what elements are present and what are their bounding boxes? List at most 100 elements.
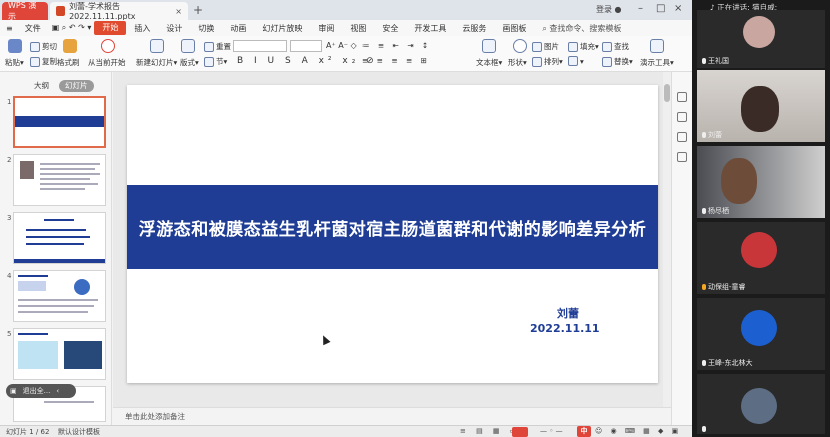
layout-icon[interactable]	[181, 39, 195, 53]
scrollbar-thumb[interactable]	[664, 84, 670, 102]
cut-button[interactable]: 剪切	[30, 41, 57, 52]
new-slide-icon[interactable]	[150, 39, 164, 53]
new-slide-label: 新建幻灯片	[136, 58, 174, 67]
style-tool-icon[interactable]	[677, 132, 687, 142]
copy-icon	[30, 56, 40, 67]
shape-tool-icon[interactable]	[677, 112, 687, 122]
shape-button[interactable]: 形状 ▾	[508, 57, 527, 68]
minimize-icon[interactable]: –	[638, 3, 643, 14]
fill-button[interactable]: 填充 ▾	[568, 41, 599, 52]
new-tab-icon[interactable]: +	[193, 3, 203, 17]
slide-date[interactable]: 2022.11.11	[530, 322, 600, 335]
font-name-dropdown[interactable]	[233, 40, 287, 52]
participant-tile[interactable]: 王峰-东北林大	[697, 298, 825, 370]
replace-button[interactable]: 替换 ▾	[602, 56, 633, 67]
vertical-scrollbar[interactable]	[663, 72, 671, 407]
presentation-tools-icon[interactable]	[650, 39, 664, 53]
menu-file[interactable]: 文件	[17, 23, 49, 34]
font-size-dropdown[interactable]	[290, 40, 322, 52]
thumb-text-line	[18, 299, 98, 301]
wps-home-tab[interactable]: WPS 演示	[2, 1, 48, 21]
format-painter-button[interactable]: 格式刷	[57, 57, 80, 68]
select-tool-icon[interactable]	[677, 92, 687, 102]
template-name[interactable]: 默认设计模板	[58, 427, 100, 437]
outline-button[interactable]: ▾	[568, 56, 584, 66]
presentation-tools-label: 演示工具	[640, 58, 670, 67]
shape-icon[interactable]	[513, 39, 527, 53]
slide-title[interactable]: 浮游态和被膜态益生乳杆菌对宿主肠道菌群和代谢的影响差异分析	[139, 215, 647, 240]
slide-editor-canvas[interactable]: 浮游态和被膜态益生乳杆菌对宿主肠道菌群和代谢的影响差异分析 刘蕾 2022.11…	[113, 72, 663, 407]
menu-view[interactable]: 视图	[342, 23, 374, 34]
maximize-icon[interactable]: □	[656, 3, 665, 14]
tray-icons[interactable]: ☺ ◉ ⌨ ▦ ◆ ▣	[595, 427, 681, 435]
menu-home[interactable]: 开始	[94, 21, 127, 35]
new-slide-button[interactable]: 新建幻灯片 ▾	[136, 57, 177, 68]
text-box-button[interactable]: 文本框 ▾	[476, 57, 502, 68]
menu-developer[interactable]: 开发工具	[406, 23, 454, 34]
menu-cloud[interactable]: 云服务	[454, 23, 494, 34]
play-from-current-button[interactable]: 从当前开始	[88, 57, 126, 68]
command-search[interactable]: ⌕ 查找命令、搜索模板	[542, 23, 621, 34]
exit-fullscreen-label: 退出全...	[22, 387, 51, 395]
play-slideshow-button[interactable]	[512, 427, 528, 437]
font-size-grow-shrink[interactable]: A⁺ A⁻ ◇	[326, 41, 357, 50]
animation-tool-icon[interactable]	[677, 152, 687, 162]
thumb-number: 4	[7, 272, 12, 280]
participant-tile[interactable]: 动保组-童睿	[697, 222, 825, 294]
slide-thumbnail-1[interactable]	[13, 96, 106, 148]
hamburger-icon[interactable]: ≡	[0, 24, 17, 33]
ime-indicator[interactable]: 中	[577, 426, 591, 437]
participant-tile[interactable]: 王礼国	[697, 10, 825, 68]
thumb-text-line	[40, 183, 98, 185]
close-window-icon[interactable]: ×	[674, 3, 682, 14]
paste-button[interactable]: 粘贴 ▾	[5, 57, 24, 68]
slide-thumbnail-5[interactable]	[13, 328, 106, 380]
exit-fullscreen-control[interactable]: ▣ 退出全... ‹	[6, 384, 76, 398]
menu-drawing[interactable]: 画图板	[494, 23, 534, 34]
zoom-control[interactable]: — ◦ —	[540, 427, 563, 435]
font-style-buttons[interactable]: B I U S A x² x₂ ⊘	[237, 56, 378, 66]
participant-tile[interactable]: 杨尽栖	[697, 146, 825, 218]
paste-icon[interactable]	[8, 39, 22, 53]
format-painter-icon[interactable]	[63, 39, 77, 53]
menu-review[interactable]: 审阅	[310, 23, 342, 34]
tab-slides[interactable]: 幻灯片	[59, 80, 94, 92]
slide-thumbnail-2[interactable]	[13, 154, 106, 206]
cut-label: 剪切	[42, 42, 57, 51]
slide-thumbnail-3[interactable]	[13, 212, 106, 264]
current-slide[interactable]: 浮游态和被膜态益生乳杆菌对宿主肠道菌群和代谢的影响差异分析 刘蕾 2022.11…	[127, 85, 658, 383]
login-button[interactable]: 登录 ●	[596, 4, 622, 15]
document-tab[interactable]: 刘蕾-学术报告2022.11.11.pptx ×	[50, 2, 188, 21]
section-button[interactable]: 节 ▾	[204, 56, 227, 67]
shape-label: 形状	[508, 58, 523, 67]
arrange-button[interactable]: 排列 ▾	[532, 56, 563, 67]
text-box-icon[interactable]	[482, 39, 496, 53]
menu-animation[interactable]: 动画	[222, 23, 254, 34]
align-buttons[interactable]: ≡ ≡ ≡ ≡ ⊞	[362, 56, 430, 65]
paragraph-buttons[interactable]: ≔ ≡ ⇤ ⇥ ↕	[362, 41, 431, 50]
participant-tile[interactable]: 刘蕾	[697, 70, 825, 142]
menu-transition[interactable]: 切换	[190, 23, 222, 34]
slide-author[interactable]: 刘蕾	[557, 305, 579, 321]
layout-button[interactable]: 版式 ▾	[180, 57, 199, 68]
copy-button[interactable]: 复制	[30, 56, 57, 67]
thumb-text-line	[40, 173, 100, 175]
reset-button[interactable]: 重置	[204, 41, 231, 52]
quick-access-icons[interactable]: ▣ ⌕ ↶ ↷ ▾	[49, 23, 95, 33]
participant-tile[interactable]	[697, 374, 825, 434]
menu-security[interactable]: 安全	[374, 23, 406, 34]
play-from-current-icon[interactable]	[101, 39, 115, 53]
close-tab-icon[interactable]: ×	[175, 7, 182, 16]
menu-design[interactable]: 设计	[158, 23, 190, 34]
participant-name-label: 王礼国	[708, 57, 729, 65]
thumb-text-line	[18, 333, 48, 335]
presentation-tools-button[interactable]: 演示工具 ▾	[640, 57, 674, 68]
menu-insert[interactable]: 插入	[126, 23, 158, 34]
find-button[interactable]: 查找	[602, 41, 629, 52]
slide-thumbnail-4[interactable]	[13, 270, 106, 322]
picture-button[interactable]: 图片	[532, 41, 559, 52]
tab-outline[interactable]: 大纲	[28, 80, 55, 92]
notes-pane[interactable]: 单击此处添加备注	[113, 407, 671, 425]
menu-slideshow[interactable]: 幻灯片放映	[254, 23, 310, 34]
thumb-number: 2	[7, 156, 12, 164]
